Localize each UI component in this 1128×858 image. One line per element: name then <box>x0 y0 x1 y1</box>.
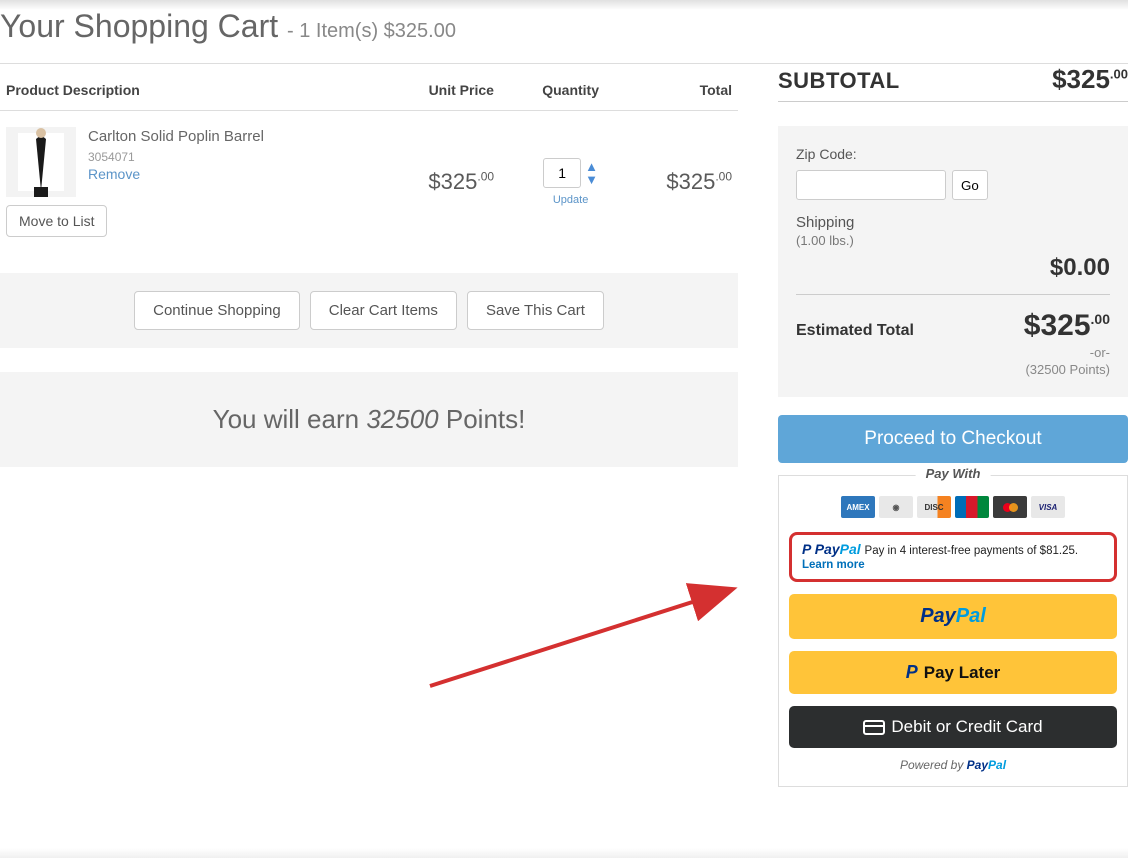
card-amex-icon: AMEX <box>841 496 875 518</box>
update-link[interactable]: Update <box>553 194 588 206</box>
estimated-label: Estimated Total <box>796 322 914 340</box>
col-qty: Quantity <box>519 64 622 111</box>
product-thumbnail[interactable] <box>6 127 76 197</box>
paypal-message-callout: P PayPal Pay in 4 interest-free payments… <box>789 532 1117 582</box>
card-outline-icon <box>863 720 885 735</box>
continue-shopping-button[interactable]: Continue Shopping <box>134 291 300 330</box>
quantity-down-icon[interactable]: ▼ <box>585 173 598 186</box>
paypal-logo-icon: P PayPal <box>802 541 865 557</box>
paypal-paylater-button[interactable]: P Pay Later <box>789 651 1117 694</box>
card-visa-icon: VISA <box>1031 496 1065 518</box>
col-total: Total <box>622 64 738 111</box>
zip-label: Zip Code: <box>796 146 857 162</box>
move-to-list-button[interactable]: Move to List <box>6 205 107 237</box>
card-diners-icon: ◉ <box>879 496 913 518</box>
paypal-learn-more-link[interactable]: Learn more <box>802 559 1104 571</box>
powered-by-paypal: Powered by PayPal <box>789 758 1117 772</box>
paypal-message-text: Pay in 4 interest-free payments of $81.2… <box>865 545 1079 557</box>
page-subtitle: - 1 Item(s) $325.00 <box>287 20 456 42</box>
zip-go-button[interactable]: Go <box>952 170 988 200</box>
shipping-weight: (1.00 lbs.) <box>796 233 1110 248</box>
paypal-mark-icon: P <box>906 662 918 683</box>
col-unit: Unit Price <box>403 64 519 111</box>
card-jcb-icon <box>955 496 989 518</box>
estimated-amount: $325.00 <box>1024 309 1110 343</box>
debit-credit-button[interactable]: Debit or Credit Card <box>789 706 1117 748</box>
points-alt: (32500 Points) <box>796 362 1110 377</box>
line-total: $325.00 <box>666 169 732 194</box>
card-discover-icon: DISC <box>917 496 951 518</box>
remove-link[interactable]: Remove <box>88 166 140 182</box>
shipping-amount: $0.00 <box>796 254 1110 295</box>
subtotal-amount: $325.00 <box>1052 64 1128 95</box>
product-sku: 3054071 <box>88 150 264 164</box>
card-mastercard-icon <box>993 496 1027 518</box>
quantity-input[interactable] <box>543 158 581 188</box>
zip-input[interactable] <box>796 170 946 200</box>
shipping-label: Shipping <box>796 214 1110 231</box>
save-cart-button[interactable]: Save This Cart <box>467 291 604 330</box>
unit-price: $325.00 <box>428 169 494 194</box>
paywith-legend: Pay With <box>916 466 991 481</box>
subtotal-label: SUBTOTAL <box>778 68 900 94</box>
product-name[interactable]: Carlton Solid Poplin Barrel <box>88 127 264 147</box>
paypal-button[interactable]: PayPal <box>789 594 1117 639</box>
earn-points-text: You will earn 32500 Points! <box>0 404 738 435</box>
card-icons: AMEX ◉ DISC VISA <box>789 496 1117 518</box>
checkout-button[interactable]: Proceed to Checkout <box>778 415 1128 463</box>
cart-row: Carlton Solid Poplin Barrel 3054071 Remo… <box>0 111 738 254</box>
clear-cart-button[interactable]: Clear Cart Items <box>310 291 457 330</box>
or-label: -or- <box>796 345 1110 360</box>
col-product: Product Description <box>0 64 403 111</box>
